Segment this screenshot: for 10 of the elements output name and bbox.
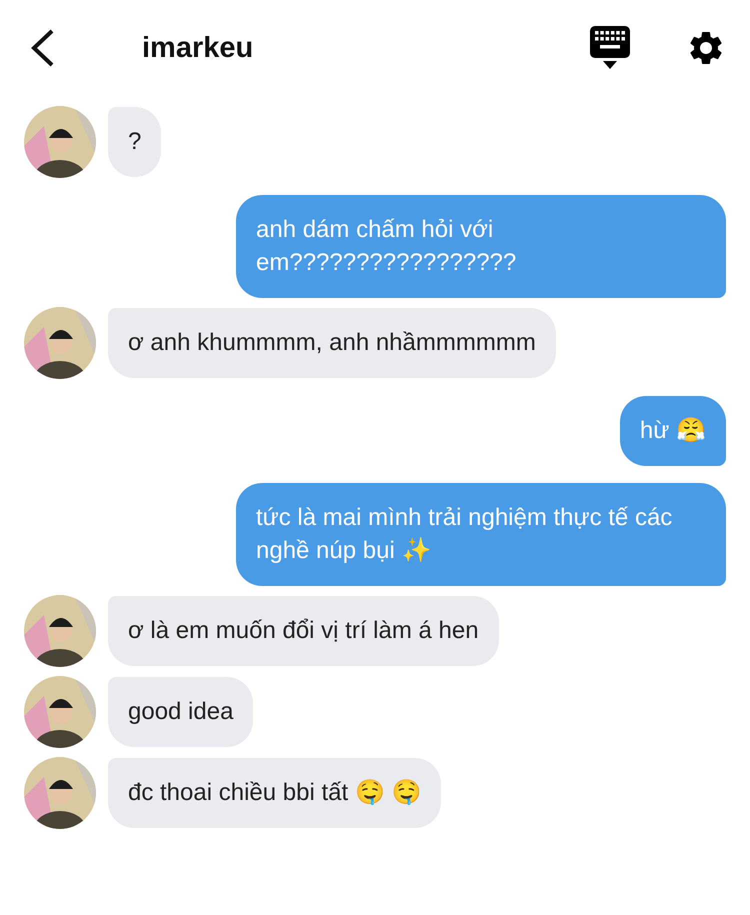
- received-message: ơ anh khummmm, anh nhầmmmmmm: [108, 308, 556, 378]
- received-message: đc thoai chiều bbi tất 🤤 🤤: [108, 758, 442, 828]
- sent-message: tức là mai mình trải nghiệm thực tế các nghề núp bụi ✨: [236, 483, 726, 586]
- sent-message: hừ 😤: [620, 396, 726, 466]
- received-message: ơ là em muốn đổi vị trí làm á hen: [108, 596, 499, 666]
- received-message: good idea: [108, 677, 254, 747]
- received-message: ?: [108, 107, 162, 177]
- chat-title: imarkeu: [142, 32, 254, 64]
- keyboard-icon[interactable]: [589, 25, 631, 71]
- sent-message: anh dám chấm hỏi với em?????????????????: [236, 195, 726, 298]
